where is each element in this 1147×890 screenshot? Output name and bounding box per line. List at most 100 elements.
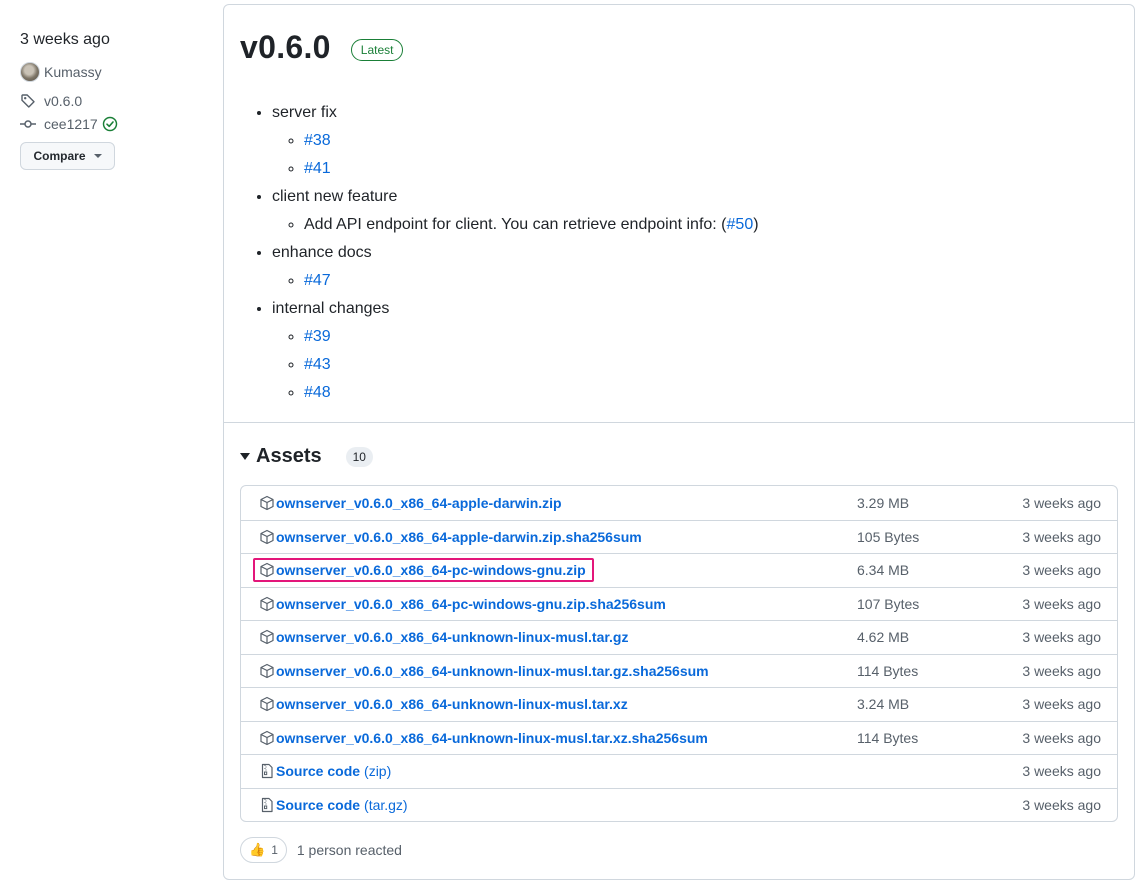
asset-link[interactable]: ownserver_v0.6.0_x86_64-pc-windows-gnu.z… [276, 596, 666, 612]
reaction-count: 1 [271, 843, 278, 857]
note-text: enhance docs [272, 244, 372, 261]
asset-date[interactable]: 3 weeks ago [1022, 562, 1101, 578]
table-row: Source code (zip) 3 weeks ago [241, 754, 1117, 788]
issue-link[interactable]: #47 [304, 272, 331, 289]
release-card: v0.6.0 Latest server fix #38 #41 client … [223, 4, 1135, 880]
asset-name: ownserver_v0.6.0_x86_64-apple-darwin.zip… [253, 525, 650, 549]
asset-size: 6.34 MB [857, 562, 910, 579]
asset-date[interactable]: 3 weeks ago [1022, 596, 1101, 612]
package-icon [260, 596, 274, 611]
source-code-zip-link[interactable]: Source code (zip) [276, 763, 391, 779]
asset-date[interactable]: 3 weeks ago [1022, 663, 1101, 679]
asset-size: 3.29 MB [857, 494, 910, 511]
table-row: ownserver_v0.6.0_x86_64-unknown-linux-mu… [241, 720, 1117, 755]
tag-name[interactable]: v0.6.0 [44, 93, 82, 109]
commit-hash[interactable]: cee1217 [44, 116, 98, 132]
list-item: #39 [304, 325, 759, 349]
asset-name: Source code (tar.gz) [253, 793, 416, 817]
table-row: ownserver_v0.6.0_x86_64-unknown-linux-mu… [241, 687, 1117, 721]
asset-name: ownserver_v0.6.0_x86_64-apple-darwin.zip [253, 491, 570, 515]
note-text: internal changes [272, 300, 390, 317]
list-item: server fix #38 #41 [272, 101, 759, 181]
asset-date[interactable]: 3 weeks ago [1022, 763, 1101, 779]
file-zip-icon [261, 797, 273, 812]
asset-link[interactable]: ownserver_v0.6.0_x86_64-pc-windows-gnu.z… [276, 562, 586, 578]
release-tag[interactable]: v0.6.0 [20, 93, 82, 109]
list-item: #47 [304, 269, 759, 293]
avatar[interactable] [20, 62, 40, 82]
asset-size: 3.24 MB [857, 696, 910, 713]
asset-link[interactable]: ownserver_v0.6.0_x86_64-unknown-linux-mu… [276, 629, 628, 645]
reaction-summary: 1 person reacted [296, 842, 402, 858]
issue-link[interactable]: #43 [304, 356, 331, 373]
asset-link-label: Source code [276, 796, 361, 813]
triangle-down-icon [240, 453, 250, 460]
commit-icon [20, 120, 36, 128]
table-row: Source code (tar.gz) 3 weeks ago [241, 787, 1117, 822]
package-icon [260, 663, 274, 678]
table-row: ownserver_v0.6.0_x86_64-apple-darwin.zip… [241, 486, 1117, 520]
compare-button[interactable]: Compare [20, 142, 115, 170]
chevron-down-icon [93, 154, 102, 158]
list-item: #43 [304, 353, 759, 377]
asset-date[interactable]: 3 weeks ago [1022, 629, 1101, 645]
asset-size: 114 Bytes [857, 729, 919, 746]
reactions: 👍 1 1 person reacted [240, 837, 402, 863]
thumbs-up-icon: 👍 [249, 842, 266, 857]
asset-size: 114 Bytes [857, 662, 919, 679]
list-item: internal changes #39 #43 #48 [272, 297, 759, 405]
assets-list: ownserver_v0.6.0_x86_64-apple-darwin.zip… [240, 485, 1118, 822]
asset-date[interactable]: 3 weeks ago [1022, 730, 1101, 746]
package-icon [260, 730, 274, 745]
issue-link[interactable]: #38 [304, 132, 331, 149]
table-row: ownserver_v0.6.0_x86_64-pc-windows-gnu.z… [241, 586, 1117, 621]
note-text: ) [753, 216, 759, 233]
asset-date[interactable]: 3 weeks ago [1022, 797, 1101, 813]
asset-ext: (tar.gz) [364, 796, 408, 813]
asset-name: ownserver_v0.6.0_x86_64-unknown-linux-mu… [253, 692, 636, 716]
asset-size: 4.62 MB [857, 629, 910, 646]
issue-link[interactable]: #48 [304, 384, 331, 401]
note-text: server fix [272, 104, 337, 121]
release-title[interactable]: v0.6.0 [240, 29, 331, 66]
asset-size: 107 Bytes [857, 595, 920, 612]
asset-name: ownserver_v0.6.0_x86_64-unknown-linux-mu… [253, 659, 717, 683]
asset-link-label: Source code [276, 763, 361, 780]
asset-link[interactable]: ownserver_v0.6.0_x86_64-apple-darwin.zip [276, 495, 562, 511]
check-circle-icon[interactable] [102, 116, 118, 132]
package-icon [260, 563, 274, 578]
release-notes: server fix #38 #41 client new feature Ad… [240, 101, 759, 409]
issue-link[interactable]: #39 [304, 328, 331, 345]
reaction-thumbs-up-button[interactable]: 👍 1 [240, 837, 287, 863]
table-row: ownserver_v0.6.0_x86_64-apple-darwin.zip… [241, 519, 1117, 554]
asset-date[interactable]: 3 weeks ago [1022, 529, 1101, 545]
asset-link[interactable]: ownserver_v0.6.0_x86_64-unknown-linux-mu… [276, 730, 708, 746]
release-author[interactable]: Kumassy [20, 62, 102, 82]
package-icon [260, 529, 274, 544]
release-date[interactable]: 3 weeks ago [20, 31, 110, 49]
package-icon [260, 630, 274, 645]
issue-link[interactable]: #50 [727, 216, 754, 233]
assets-toggle[interactable]: Assets 10 [240, 445, 373, 468]
list-item: #48 [304, 381, 759, 405]
asset-name: ownserver_v0.6.0_x86_64-unknown-linux-mu… [253, 625, 636, 649]
asset-date[interactable]: 3 weeks ago [1022, 696, 1101, 712]
asset-date[interactable]: 3 weeks ago [1022, 495, 1101, 511]
asset-link[interactable]: ownserver_v0.6.0_x86_64-unknown-linux-mu… [276, 663, 709, 679]
compare-label: Compare [33, 149, 86, 163]
source-code-targz-link[interactable]: Source code (tar.gz) [276, 797, 408, 813]
tag-icon [21, 94, 35, 108]
asset-link[interactable]: ownserver_v0.6.0_x86_64-unknown-linux-mu… [276, 696, 628, 712]
author-name[interactable]: Kumassy [44, 64, 102, 80]
asset-size: 105 Bytes [857, 528, 920, 545]
asset-name: ownserver_v0.6.0_x86_64-unknown-linux-mu… [253, 726, 716, 750]
issue-link[interactable]: #41 [304, 160, 331, 177]
table-row: ownserver_v0.6.0_x86_64-unknown-linux-mu… [241, 653, 1117, 688]
list-item: client new feature Add API endpoint for … [272, 185, 759, 237]
table-row: ownserver_v0.6.0_x86_64-unknown-linux-mu… [241, 620, 1117, 654]
note-text: client new feature [272, 188, 398, 205]
asset-link[interactable]: ownserver_v0.6.0_x86_64-apple-darwin.zip… [276, 529, 642, 545]
note-text: Add API endpoint for client. You can ret… [304, 216, 727, 233]
release-commit[interactable]: cee1217 [20, 116, 118, 132]
table-row: ownserver_v0.6.0_x86_64-pc-windows-gnu.z… [241, 553, 1117, 587]
